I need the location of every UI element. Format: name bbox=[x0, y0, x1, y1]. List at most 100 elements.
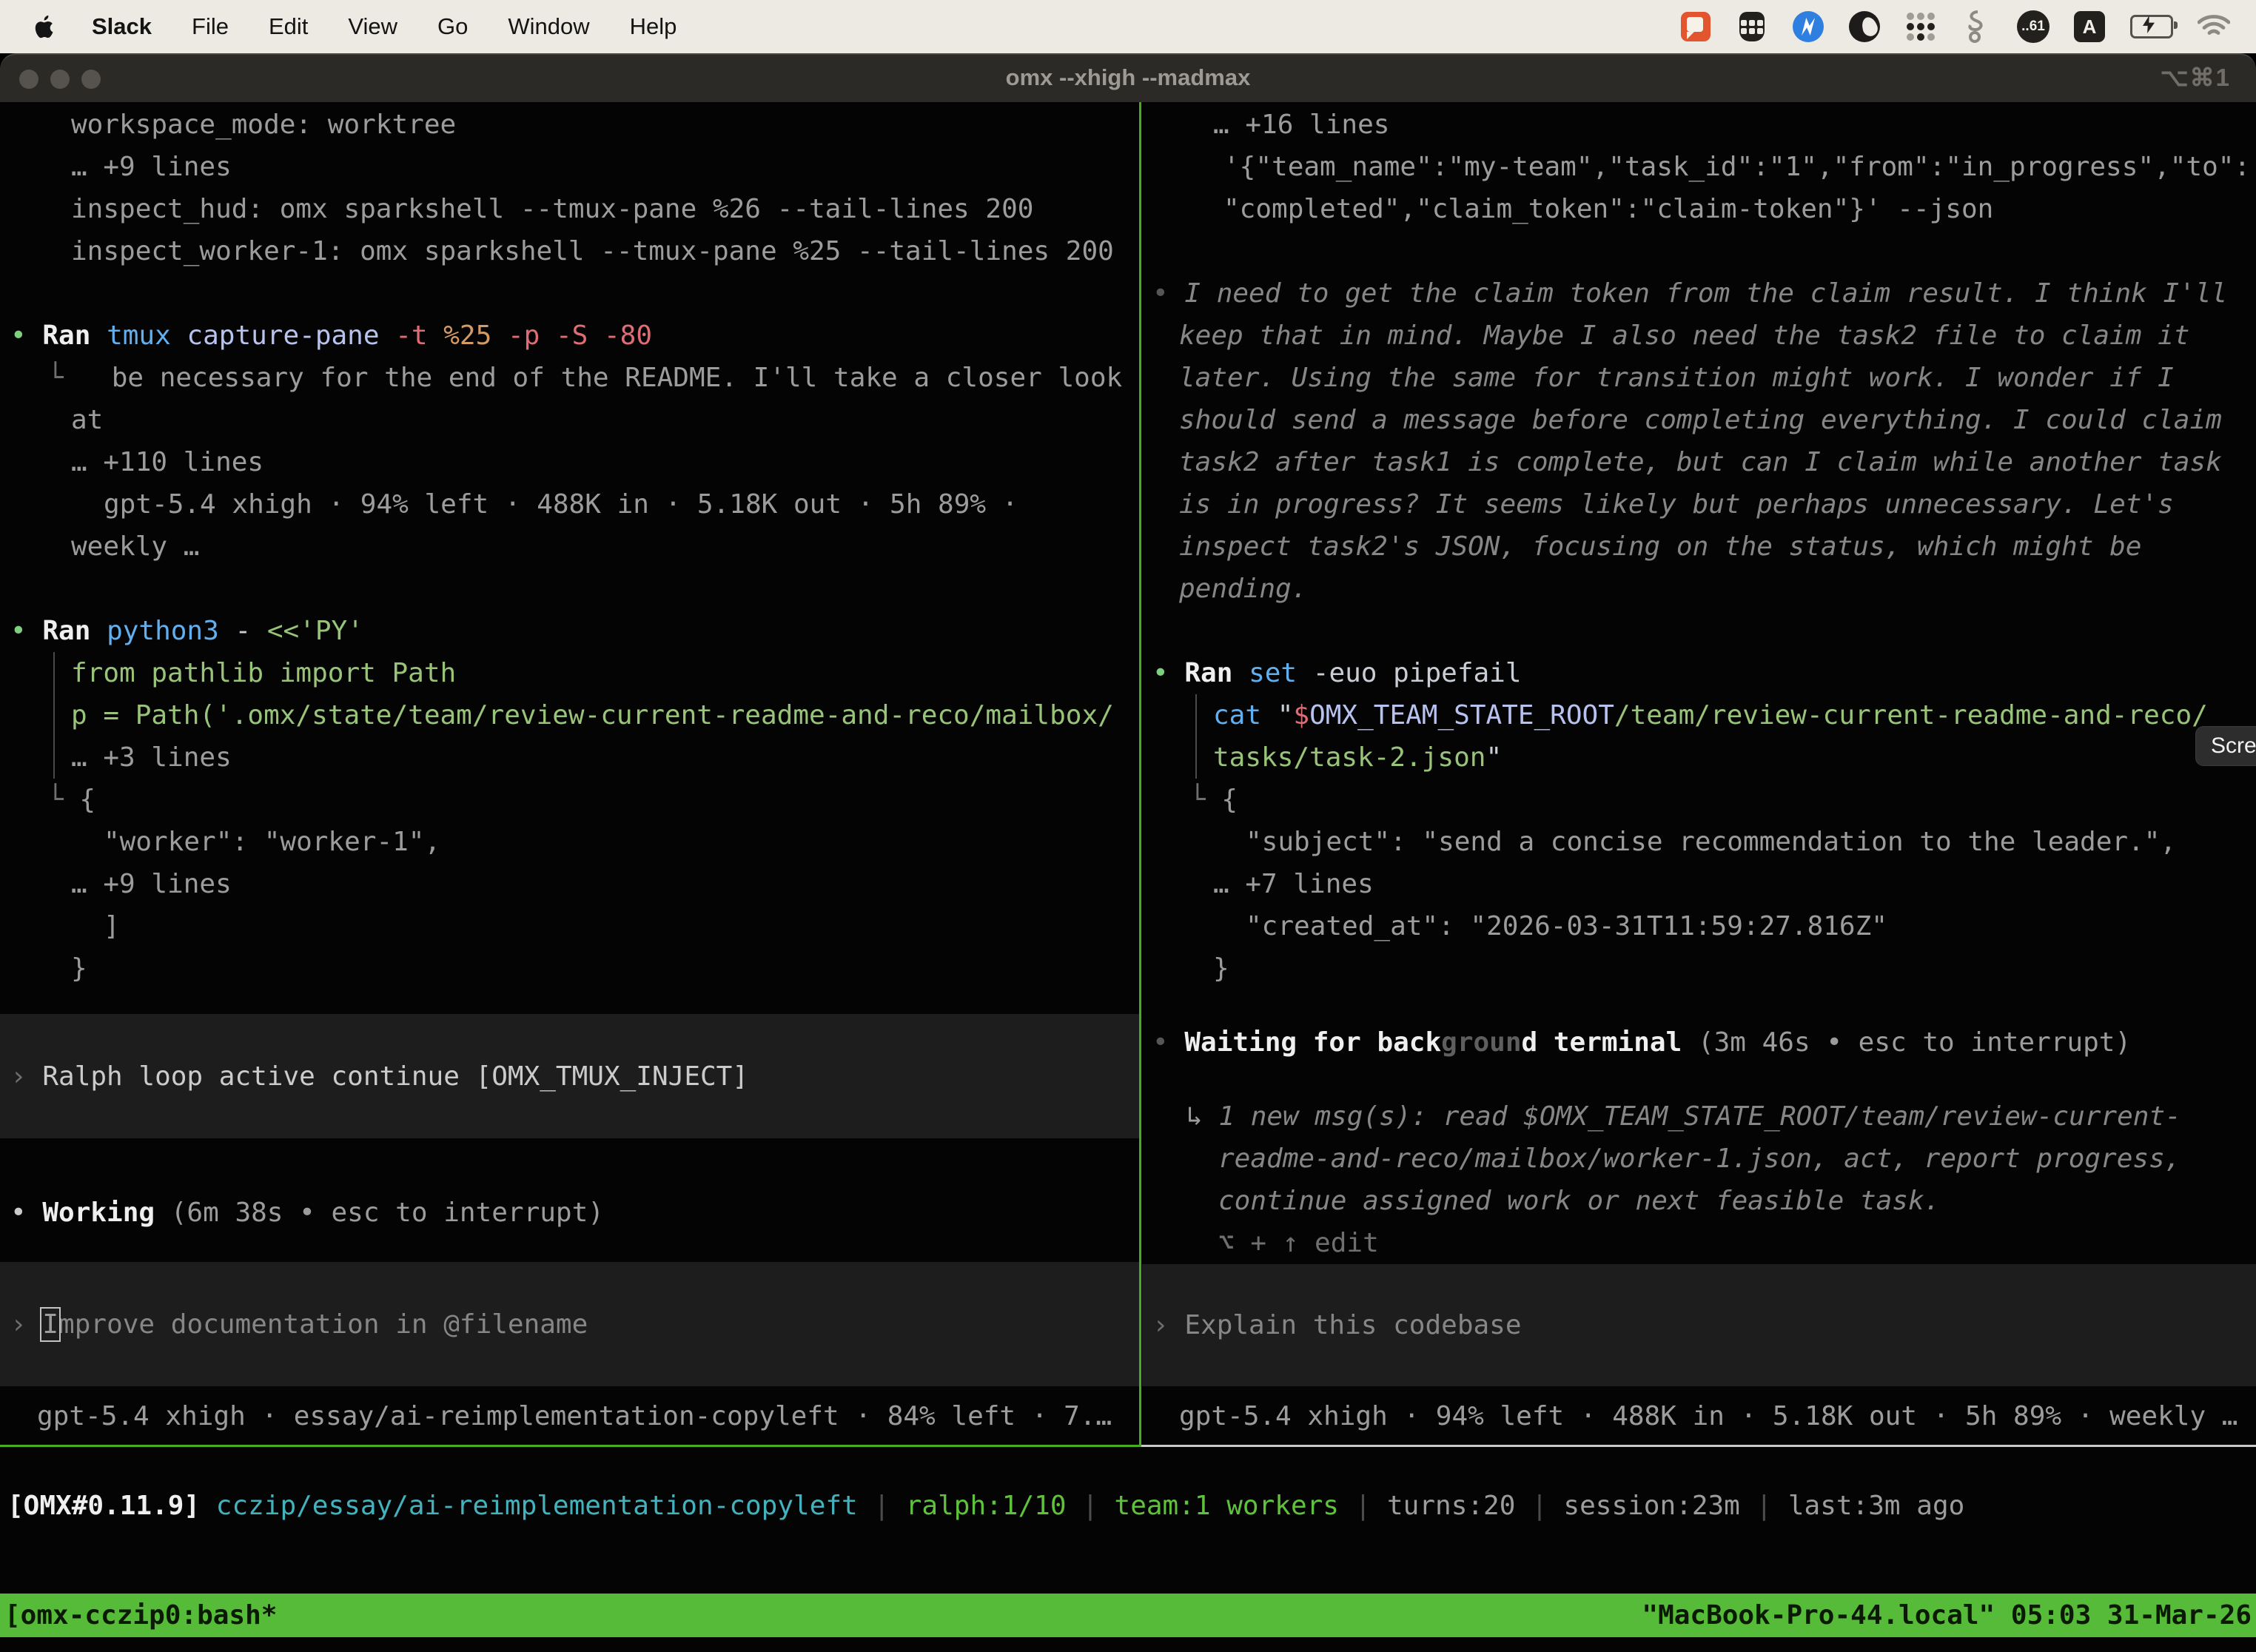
terminal-line: … +9 lines bbox=[0, 863, 1139, 905]
text-run: | bbox=[1067, 1491, 1115, 1521]
thinking-text: • I need to get the claim token from the… bbox=[1142, 272, 2256, 315]
text-run: (6m 38s • esc to interrupt) bbox=[171, 1198, 604, 1228]
terminal-line: readme-and-reco/mailbox/worker-1.json, a… bbox=[1142, 1138, 2256, 1180]
text-run: pending. bbox=[1179, 574, 1307, 604]
terminal-line: } bbox=[0, 947, 1139, 990]
text-run: › bbox=[10, 1309, 42, 1340]
text-run: (3m 46s • esc to interrupt) bbox=[1698, 1027, 2131, 1058]
minimize-button[interactable] bbox=[50, 70, 70, 89]
terminal-line: … +16 lines bbox=[1142, 104, 2256, 146]
ralph-loop-banner: › Ralph loop active continue [OMX_TMUX_I… bbox=[0, 1014, 1139, 1138]
wifi-icon[interactable] bbox=[2197, 10, 2231, 44]
menu-item-help[interactable]: Help bbox=[630, 13, 677, 40]
prompt-input-right[interactable]: › Explain this codebase bbox=[1142, 1264, 2256, 1386]
input-source-icon[interactable]: A bbox=[2072, 10, 2106, 44]
terminal-line: ⌥ + ↑ edit bbox=[1142, 1222, 2256, 1264]
text-cursor: I bbox=[42, 1309, 58, 1340]
terminal-line: "created_at": "2026-03-31T11:59:27.816Z" bbox=[1142, 905, 2256, 947]
text-run: • bbox=[1152, 1027, 1184, 1058]
moon-contrast-icon[interactable] bbox=[1847, 10, 1881, 44]
terminal-line: is in progress? It seems likely but perh… bbox=[1142, 483, 2256, 526]
text-run: cat bbox=[1213, 700, 1278, 731]
menu-item-edit[interactable]: Edit bbox=[269, 13, 308, 40]
spacer bbox=[1142, 1386, 2256, 1395]
terminal-line: keep that in mind. Maybe I also need the… bbox=[1142, 315, 2256, 357]
battery-icon[interactable] bbox=[2129, 10, 2175, 44]
text-run: • bbox=[10, 1198, 42, 1228]
text-run: ] bbox=[104, 911, 120, 941]
prompt-input-left[interactable]: › Improve documentation in @filename bbox=[0, 1262, 1139, 1386]
text-run: readme-and-reco/mailbox/worker-1.json, a… bbox=[1218, 1144, 2181, 1174]
text-run: weekly … bbox=[71, 531, 199, 562]
squiggle-icon[interactable] bbox=[1960, 10, 1994, 44]
terminal-line: pending. bbox=[1142, 568, 2256, 610]
terminal-line: inspect_worker-1: omx sparkshell --tmux-… bbox=[0, 230, 1139, 272]
text-run: gpt-5.4 xhigh · 94% left · 488K in · 5.1… bbox=[1179, 1401, 2237, 1431]
omx-status-line: [OMX#0.11.9] cczip/essay/ai-reimplementa… bbox=[7, 1485, 1964, 1527]
terminal-line: gpt-5.4 xhigh · 94% left · 488K in · 5.1… bbox=[0, 483, 1139, 526]
terminal-line: should send a message before completing … bbox=[1142, 399, 2256, 441]
terminal-line: at bbox=[0, 399, 1139, 441]
text-run: } bbox=[1213, 953, 1229, 984]
text-run: • bbox=[10, 320, 42, 351]
menu-item-window[interactable]: Window bbox=[508, 13, 589, 40]
text-run: | bbox=[1740, 1491, 1788, 1521]
text-run: … +3 lines bbox=[71, 742, 232, 773]
close-button[interactable] bbox=[19, 70, 38, 89]
text-run: } bbox=[71, 953, 87, 984]
terminal-line: p = Path('.omx/state/team/review-current… bbox=[0, 694, 1139, 736]
text-run: inspect_worker-1: omx sparkshell --tmux-… bbox=[71, 236, 1114, 266]
spacer bbox=[1142, 610, 2256, 652]
shield-keypad-icon[interactable] bbox=[1735, 10, 1769, 44]
text-run: keep that in mind. Maybe I also need the… bbox=[1179, 320, 2189, 351]
text-run: tmux bbox=[107, 320, 187, 351]
terminal-line: } bbox=[1142, 947, 2256, 990]
dots-grid-icon[interactable] bbox=[1904, 10, 1938, 44]
text-run: - bbox=[235, 616, 266, 646]
band-line: › Improve documentation in @filename bbox=[0, 1303, 588, 1346]
text-run: be necessary for the end of the README. … bbox=[64, 363, 1122, 393]
text-run: "completed","claim_token":"claim-token"}… bbox=[1223, 194, 1993, 224]
spacer bbox=[1142, 230, 2256, 272]
text-run: … +9 lines bbox=[71, 869, 232, 899]
spacer bbox=[0, 1234, 1139, 1262]
text-run: " bbox=[1485, 742, 1502, 773]
menu-item-go[interactable]: Go bbox=[437, 13, 468, 40]
pane-divider[interactable] bbox=[1139, 102, 1141, 1446]
terminal-line: tasks/task-2.json" bbox=[1142, 736, 2256, 779]
menu-item-view[interactable]: View bbox=[348, 13, 397, 40]
mailbox-message: ↳ 1 new msg(s): read $OMX_TEAM_STATE_ROO… bbox=[1142, 1095, 2256, 1138]
ran-python-command: • Ran python3 - <<'PY' bbox=[0, 610, 1139, 652]
menu-item-slack[interactable]: Slack bbox=[92, 13, 152, 40]
text-run: d terminal bbox=[1522, 1027, 1698, 1058]
session-status-right: gpt-5.4 xhigh · 94% left · 488K in · 5.1… bbox=[1142, 1395, 2256, 1437]
text-run: p = Path('.omx/state/team/review-current… bbox=[71, 700, 1114, 731]
text-run: << bbox=[267, 616, 299, 646]
screen-sharing-icon[interactable] bbox=[1679, 10, 1713, 44]
text-run: "worker": "worker-1", bbox=[104, 827, 440, 857]
text-run: -S bbox=[556, 320, 604, 351]
tmux-session-window[interactable]: [omx-cczip0:bash* bbox=[4, 1594, 277, 1637]
spacer bbox=[1142, 990, 2256, 1021]
band-line: › Ralph loop active continue [OMX_TMUX_I… bbox=[0, 1055, 748, 1098]
text-run: … +9 lines bbox=[71, 152, 232, 182]
text-run: • bbox=[1152, 278, 1184, 309]
terminal-content: workspace_mode: worktree… +9 linesinspec… bbox=[0, 102, 2256, 1652]
spacer bbox=[0, 1386, 1139, 1395]
terminal-line: task2 after task1 is complete, but can I… bbox=[1142, 441, 2256, 483]
text-run: -80 bbox=[604, 320, 652, 351]
text-run: python3 bbox=[107, 616, 235, 646]
battery-percent-badge-icon[interactable]: ..61 bbox=[2016, 10, 2050, 44]
text-run: … +110 lines bbox=[71, 447, 263, 477]
zoom-button[interactable] bbox=[81, 70, 101, 89]
text-run: turns:20 bbox=[1387, 1491, 1515, 1521]
menu-item-file[interactable]: File bbox=[192, 13, 229, 40]
text-run: " bbox=[1278, 700, 1294, 731]
text-run: OMX_TEAM_STATE_ROOT bbox=[1309, 700, 1614, 731]
messaging-badge-icon[interactable] bbox=[1791, 10, 1825, 44]
text-run: groun bbox=[1441, 1027, 1521, 1058]
apple-menu-icon[interactable] bbox=[34, 14, 56, 39]
text-run: Working bbox=[42, 1198, 170, 1228]
terminal-line: from pathlib import Path bbox=[0, 652, 1139, 694]
tmux-host-clock: "MacBook-Pro-44.local" 05:03 31-Mar-26 bbox=[1642, 1594, 2252, 1637]
